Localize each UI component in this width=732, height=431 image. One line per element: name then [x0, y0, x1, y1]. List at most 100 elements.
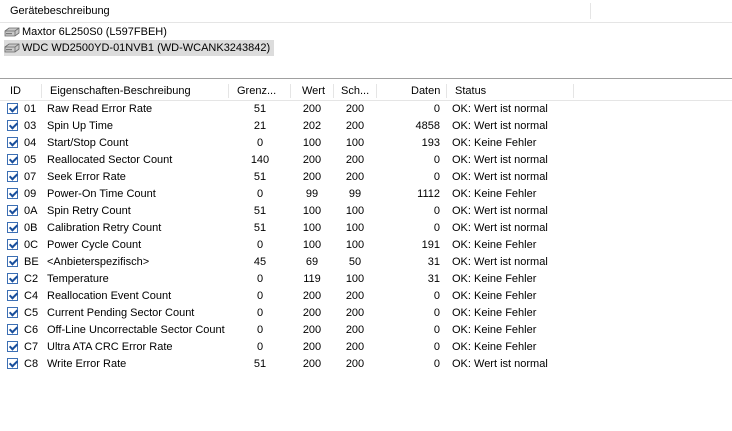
threshold-value: 0	[256, 137, 264, 149]
column-header-id[interactable]: ID	[10, 82, 21, 100]
current-value: 100	[302, 222, 322, 234]
attribute-id: C7	[24, 341, 39, 353]
row-checkbox[interactable]	[7, 205, 18, 216]
threshold-value: 0	[256, 341, 264, 353]
table-row[interactable]: C6 Off-Line Uncorrectable Sector Count 0 20…	[0, 322, 732, 339]
status-text: OK: Keine Fehler	[452, 239, 537, 251]
worst-value: 100	[345, 222, 365, 234]
status-text: OK: Wert ist normal	[452, 358, 548, 370]
threshold-value: 0	[256, 188, 264, 200]
threshold-value: 51	[253, 205, 267, 217]
raw-data-value: 0	[433, 171, 440, 183]
worst-value: 200	[345, 154, 365, 166]
worst-value: 200	[345, 358, 365, 370]
row-checkbox[interactable]	[7, 137, 18, 148]
row-checkbox[interactable]	[7, 341, 18, 352]
row-checkbox[interactable]	[7, 120, 18, 131]
device-header-label[interactable]: Gerätebeschreibung	[10, 5, 110, 17]
status-text: OK: Keine Fehler	[452, 273, 537, 285]
current-value: 100	[302, 205, 322, 217]
threshold-value: 0	[256, 290, 264, 302]
status-text: OK: Keine Fehler	[452, 324, 537, 336]
row-checkbox[interactable]	[7, 290, 18, 301]
worst-value: 200	[345, 103, 365, 115]
attribute-description: Write Error Rate	[47, 358, 127, 370]
status-text: OK: Keine Fehler	[452, 188, 537, 200]
hard-drive-icon	[4, 27, 20, 37]
row-checkbox[interactable]	[7, 154, 18, 165]
row-checkbox[interactable]	[7, 239, 18, 250]
raw-data-value: 0	[433, 341, 440, 353]
device-item-wdc[interactable]: WDC WD2500YD-01NVB1 (WD-WCANK3243842)	[4, 40, 275, 56]
column-header-worst[interactable]: Sch...	[341, 82, 369, 100]
device-item-maxtor[interactable]: Maxtor 6L250S0 (L597FBEH)	[4, 24, 171, 40]
row-checkbox[interactable]	[7, 358, 18, 369]
worst-value: 200	[345, 324, 365, 336]
row-checkbox[interactable]	[7, 324, 18, 335]
status-text: OK: Wert ist normal	[452, 222, 548, 234]
header-separator	[590, 3, 591, 19]
raw-data-value: 4858	[415, 120, 440, 132]
table-row[interactable]: 01 Raw Read Error Rate 51 200 200 0 OK: Wert i…	[0, 101, 732, 118]
attribute-id: 0C	[24, 239, 39, 251]
table-row[interactable]: 09 Power-On Time Count 0 99 99 1112 OK: Keine …	[0, 186, 732, 203]
column-header-threshold[interactable]: Grenz...	[237, 82, 276, 100]
table-row[interactable]: 07 Seek Error Rate 51 200 200 0 OK: Wert ist n…	[0, 169, 732, 186]
column-header-data[interactable]: Daten	[411, 82, 440, 100]
panel-splitter[interactable]	[0, 78, 732, 79]
column-separator[interactable]	[41, 84, 42, 98]
threshold-value: 0	[256, 324, 264, 336]
threshold-value: 51	[253, 171, 267, 183]
table-row[interactable]: C4 Reallocation Event Count 0 200 200 0 OK: Ke…	[0, 288, 732, 305]
row-checkbox[interactable]	[7, 256, 18, 267]
table-row[interactable]: 05 Reallocated Sector Count 140 200 200 0 OK: …	[0, 152, 732, 169]
table-row[interactable]: 0A Spin Retry Count 51 100 100 0 OK: Wert ist …	[0, 203, 732, 220]
attribute-id: C6	[24, 324, 39, 336]
column-separator[interactable]	[376, 84, 377, 98]
raw-data-value: 0	[433, 324, 440, 336]
row-checkbox[interactable]	[7, 273, 18, 284]
row-checkbox[interactable]	[7, 188, 18, 199]
column-separator[interactable]	[333, 84, 334, 98]
table-row[interactable]: C7 Ultra ATA CRC Error Rate 0 200 200 0 OK: Ke…	[0, 339, 732, 356]
column-header-status[interactable]: Status	[455, 82, 486, 100]
raw-data-value: 0	[433, 290, 440, 302]
attribute-description: <Anbieterspezifisch>	[47, 256, 150, 268]
table-row[interactable]: C5 Current Pending Sector Count 0 200 200 0 OK…	[0, 305, 732, 322]
current-value: 200	[302, 307, 322, 319]
column-separator[interactable]	[290, 84, 291, 98]
column-header-value[interactable]: Wert	[302, 82, 325, 100]
column-separator[interactable]	[228, 84, 229, 98]
attribute-description: Raw Read Error Rate	[47, 103, 153, 115]
column-separator[interactable]	[573, 84, 574, 98]
attribute-id: C5	[24, 307, 39, 319]
attribute-description: Ultra ATA CRC Error Rate	[47, 341, 173, 353]
current-value: 200	[302, 103, 322, 115]
table-row[interactable]: 0C Power Cycle Count 0 100 100 191 OK: Keine F…	[0, 237, 732, 254]
row-checkbox[interactable]	[7, 103, 18, 114]
current-value: 202	[302, 120, 322, 132]
table-row[interactable]: 04 Start/Stop Count 0 100 100 193 OK: Keine Fe…	[0, 135, 732, 152]
row-checkbox[interactable]	[7, 222, 18, 233]
current-value: 200	[302, 171, 322, 183]
table-row[interactable]: C8 Write Error Rate 51 200 200 0 OK: Wert ist …	[0, 356, 732, 373]
attribute-description: Spin Up Time	[47, 120, 114, 132]
status-text: OK: Wert ist normal	[452, 154, 548, 166]
attribute-description: Power-On Time Count	[47, 188, 156, 200]
table-row[interactable]: 0B Calibration Retry Count 51 100 100 0 OK: We…	[0, 220, 732, 237]
table-row[interactable]: BE <Anbieterspezifisch> 45 69 50 31 OK: Wert i…	[0, 254, 732, 271]
threshold-value: 21	[253, 120, 267, 132]
attribute-id: C2	[24, 273, 39, 285]
row-checkbox[interactable]	[7, 307, 18, 318]
row-checkbox[interactable]	[7, 171, 18, 182]
worst-value: 200	[345, 290, 365, 302]
table-row[interactable]: 03 Spin Up Time 21 202 200 4858 OK: Wert ist n…	[0, 118, 732, 135]
threshold-value: 45	[253, 256, 267, 268]
attribute-id: 04	[24, 137, 37, 149]
hard-drive-icon	[4, 43, 20, 53]
current-value: 200	[302, 341, 322, 353]
worst-value: 100	[345, 239, 365, 251]
column-separator[interactable]	[446, 84, 447, 98]
table-row[interactable]: C2 Temperature 0 119 100 31 OK: Keine Fehler	[0, 271, 732, 288]
column-header-description[interactable]: Eigenschaften-Beschreibung	[50, 82, 191, 100]
